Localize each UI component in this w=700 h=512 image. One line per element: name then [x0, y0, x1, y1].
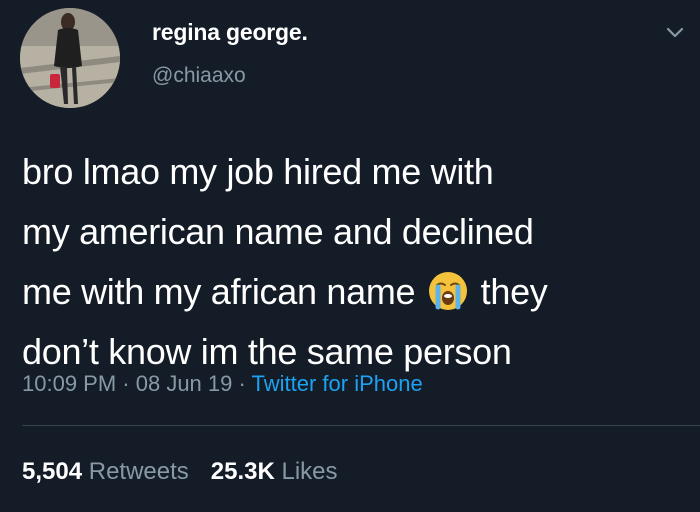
tweet-text: bro lmao my job hired me with my america… — [22, 142, 687, 382]
retweets-count: 5,504 — [22, 458, 83, 485]
chevron-down-icon[interactable] — [664, 22, 686, 44]
author-display-name[interactable]: regina george. — [152, 19, 308, 46]
tweet-text-line: bro lmao my job hired me with — [22, 151, 494, 192]
divider — [22, 425, 700, 426]
tweet-text-line: me with my african name they — [22, 262, 687, 322]
tweet-date[interactable]: 08 Jun 19 — [136, 371, 233, 396]
tweet-text-segment: me with my african name — [22, 271, 416, 312]
tweet-text-segment: they — [480, 271, 548, 312]
meta-separator: · — [116, 371, 136, 396]
likes-count: 25.3K — [210, 458, 275, 485]
author-handle[interactable]: @chiaaxo — [152, 64, 246, 88]
tweet-source-link[interactable]: Twitter for iPhone — [252, 371, 423, 396]
retweets-stat[interactable]: 5,504 Retweets — [22, 458, 189, 485]
avatar[interactable] — [20, 8, 120, 108]
likes-label: Likes — [281, 458, 338, 485]
retweets-label: Retweets — [88, 458, 189, 485]
likes-stat[interactable]: 25.3K Likes — [211, 458, 338, 485]
tweet-meta: 10:09 PM · 08 Jun 19 · Twitter for iPhon… — [22, 371, 423, 397]
tweet-stats: 5,504 Retweets 25.3K Likes — [22, 458, 338, 486]
tweet-text-line: my american name and declined — [22, 211, 534, 252]
loudly-crying-face-icon — [428, 272, 467, 310]
profile-photo — [20, 8, 120, 108]
tweet-time[interactable]: 10:09 PM — [22, 371, 116, 396]
tweet-card: regina george. @chiaaxo bro lmao my job … — [0, 0, 700, 512]
meta-separator: · — [232, 371, 252, 396]
